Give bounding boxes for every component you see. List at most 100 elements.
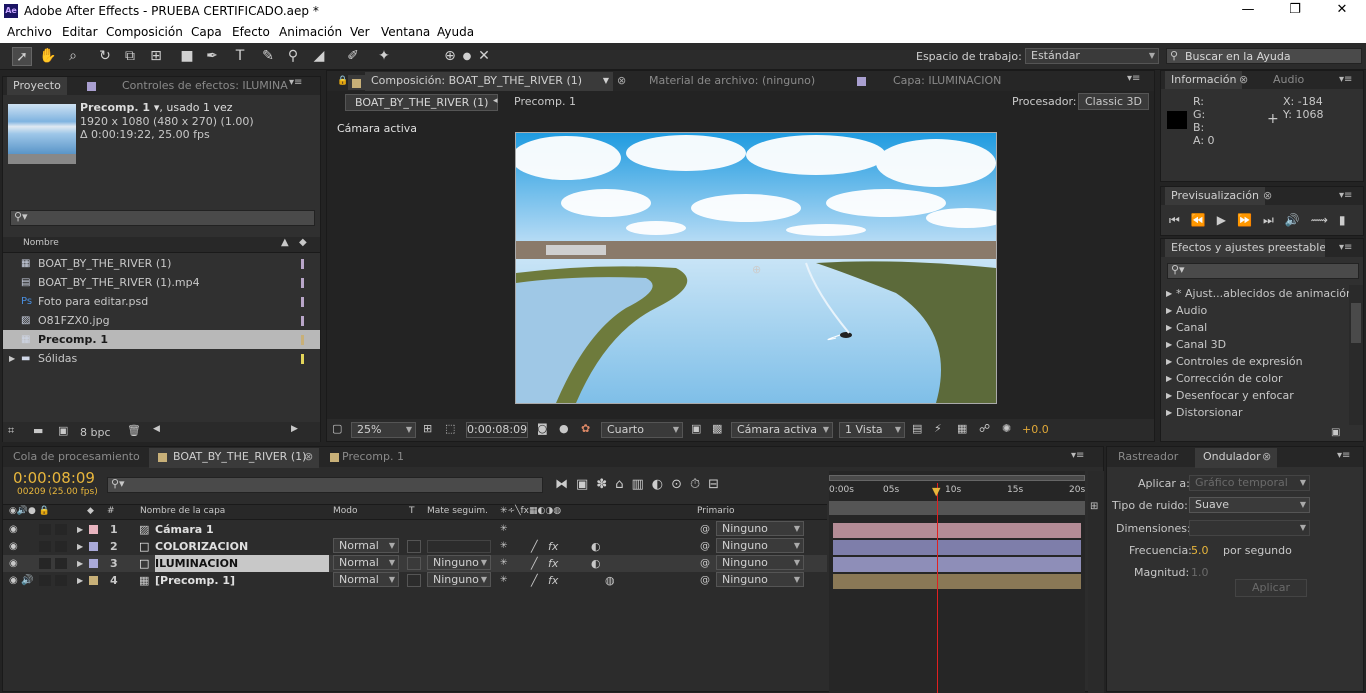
flowchart-icon[interactable]: ☍ — [979, 422, 990, 435]
layer-duration-bar[interactable] — [833, 523, 1081, 538]
visibility-eye-icon[interactable]: ◉ — [9, 521, 18, 538]
preserve-transparency-toggle[interactable] — [407, 540, 421, 553]
effects-search-input[interactable]: ⚲▾ — [1167, 263, 1359, 279]
shy-switch-icon[interactable]: ✳ — [500, 555, 508, 572]
rotate-tool-icon[interactable]: ↻ — [95, 47, 115, 66]
menu-efecto[interactable]: Efecto — [232, 25, 270, 39]
solo-toggle[interactable] — [39, 558, 51, 569]
playhead-marker[interactable]: ▼ — [932, 485, 940, 498]
layer-name[interactable]: Cámara 1 — [155, 521, 329, 538]
disclosure-arrow-icon[interactable]: ▶ — [1166, 319, 1172, 336]
close-tab-icon[interactable]: ⊗ — [304, 450, 313, 463]
tab-composition[interactable]: Composición: BOAT_BY_THE_RIVER (1) ▼ — [365, 72, 613, 91]
hand-tool-icon[interactable]: ✋ — [38, 47, 58, 66]
timeline-search-input[interactable]: ⚲▾ — [107, 477, 543, 493]
panel-menu-icon[interactable]: ▾≡ — [1127, 73, 1140, 84]
solo-toggle[interactable] — [39, 575, 51, 586]
tab-audio[interactable]: Audio — [1267, 71, 1310, 89]
breadcrumb-precomp[interactable]: Precomp. 1 — [514, 95, 576, 108]
layer-label-color[interactable] — [89, 542, 98, 551]
work-area-bar[interactable] — [829, 501, 1085, 515]
frame-blending-icon[interactable]: ▥ — [631, 477, 651, 492]
quality-switch-icon[interactable]: ╱ — [531, 538, 538, 555]
layer-label-color[interactable] — [89, 576, 98, 585]
roto-brush-tool-icon[interactable]: ✐ — [343, 47, 363, 66]
new-bin-icon[interactable]: ▣ — [1331, 427, 1340, 438]
last-frame-icon[interactable]: ⏭ — [1263, 213, 1285, 227]
exposure-reset-icon[interactable]: ✺ — [1002, 422, 1011, 435]
close-tab-icon[interactable]: ⊗ — [1262, 450, 1271, 463]
snapshot-icon[interactable]: ◙ — [537, 422, 548, 435]
show-snapshot-icon[interactable]: ● — [559, 422, 569, 435]
puppet-tool-icon[interactable]: ✦ — [374, 47, 394, 66]
time-graph[interactable]: 0:00s 05s 10s 15s 20s ▼ — [829, 471, 1085, 693]
draft-3d-icon[interactable]: ✽ — [596, 477, 615, 492]
disclosure-arrow-icon[interactable]: ▶ — [77, 555, 83, 572]
layer-name[interactable]: [Precomp. 1] — [155, 572, 329, 589]
view-axis-icon[interactable]: ✕ — [474, 47, 494, 66]
parent-dropdown[interactable]: Ninguno — [716, 538, 804, 553]
project-item[interactable]: ▦ BOAT_BY_THE_RIVER (1) — [3, 254, 320, 273]
panel-menu-icon[interactable]: ▾≡ — [1071, 450, 1084, 461]
workspace-dropdown[interactable]: Estándar — [1025, 48, 1159, 64]
brush-tool-icon[interactable]: ✎ — [258, 47, 278, 66]
audio-toggle-icon[interactable]: 🔊 — [21, 572, 33, 589]
shy-switch-icon[interactable]: ✳ — [500, 521, 508, 538]
layer-duration-bar[interactable] — [833, 557, 1081, 572]
disclosure-arrow-icon[interactable]: ▶ — [77, 521, 83, 538]
menu-archivo[interactable]: Archivo — [7, 25, 52, 39]
layer-row[interactable]: ◉ ▶ 3 □ ILUMINACION Normal Ninguno ✳ ╱ fx ◐ @ Ningun… — [3, 555, 827, 572]
disclosure-arrow-icon[interactable]: ▶ — [1166, 353, 1172, 370]
tab-boat-comp[interactable]: BOAT_BY_THE_RIVER (1) — [167, 448, 313, 466]
eraser-tool-icon[interactable]: ◢ — [309, 47, 329, 66]
camera-tool-icon[interactable]: ⧉ — [120, 47, 140, 66]
project-search-input[interactable]: ⚲▾ — [10, 210, 315, 226]
live-update-icon[interactable]: ▣ — [576, 477, 596, 492]
current-time-display[interactable]: 0:00:08:09 — [466, 422, 528, 438]
apply-button[interactable]: Aplicar — [1235, 579, 1307, 597]
preserve-transparency-toggle[interactable] — [407, 574, 421, 587]
adjustment-layer-icon[interactable]: ◐ — [591, 538, 601, 555]
comp-button-icon[interactable]: ⊞ — [1090, 501, 1098, 512]
project-item[interactable]: ▶ ▬ Sólidas — [3, 349, 320, 368]
scroll-left-icon[interactable]: ◀ — [153, 424, 160, 434]
disclosure-arrow-icon[interactable]: ▶ — [77, 538, 83, 555]
layer-duration-bar[interactable] — [833, 540, 1081, 555]
dimensions-dropdown[interactable] — [1189, 520, 1310, 536]
tab-project[interactable]: Proyecto — [7, 77, 67, 95]
magnitude-value[interactable]: 1.0 — [1191, 566, 1209, 579]
lock-toggle[interactable] — [55, 558, 67, 569]
scroll-right-icon[interactable]: ▶ — [291, 424, 298, 434]
close-button[interactable]: ✕ — [1327, 2, 1357, 17]
disclosure-arrow-icon[interactable]: ▶ — [1166, 336, 1172, 353]
disclosure-arrow-icon[interactable]: ▶ — [1166, 285, 1172, 302]
tab-render-queue[interactable]: Cola de procesamiento — [7, 448, 146, 466]
mask-visibility-icon[interactable]: ⬚ — [445, 422, 455, 435]
tab-effect-controls[interactable]: Controles de efectos: ILUMINA — [116, 77, 294, 95]
panel-menu-icon[interactable]: ▾≡ — [1337, 450, 1350, 461]
grid-icon[interactable]: ⊞ — [423, 422, 432, 435]
shy-switch-icon[interactable]: ✳ — [500, 538, 508, 555]
breadcrumb-main-comp[interactable]: BOAT_BY_THE_RIVER (1) — [345, 94, 499, 111]
frequency-value[interactable]: 5.0 — [1191, 544, 1209, 557]
mini-flowchart-icon[interactable]: ⧓ — [555, 477, 576, 492]
blend-mode-dropdown[interactable]: Normal — [333, 538, 399, 553]
stopwatch-icon[interactable]: ⏱ — [690, 477, 708, 492]
tab-preview[interactable]: Previsualización — [1165, 187, 1265, 205]
hide-shy-icon[interactable]: ⌂ — [615, 477, 631, 492]
track-matte-dropdown[interactable]: Ninguno — [427, 555, 491, 570]
disclosure-arrow-icon[interactable]: ▶ — [1166, 370, 1172, 387]
fast-previews-icon[interactable]: ⚡ — [934, 422, 942, 435]
timeline-icon[interactable]: ▦ — [957, 422, 967, 435]
effects-category[interactable]: ▶ Audio — [1164, 302, 1346, 319]
solo-toggle[interactable] — [39, 541, 51, 552]
blend-mode-dropdown[interactable]: Normal — [333, 572, 399, 587]
parent-dropdown[interactable]: Ninguno — [716, 572, 804, 587]
parent-dropdown[interactable]: Ninguno — [716, 521, 804, 536]
adjustment-layer-icon[interactable]: ◐ — [591, 555, 601, 572]
pan-behind-tool-icon[interactable]: ⊞ — [146, 47, 166, 66]
noise-type-dropdown[interactable]: Suave — [1189, 497, 1310, 513]
region-of-interest-icon[interactable]: ▣ — [691, 422, 701, 435]
visibility-eye-icon[interactable]: ◉ — [9, 555, 18, 572]
bpc-label[interactable]: 8 bpc — [80, 426, 111, 439]
